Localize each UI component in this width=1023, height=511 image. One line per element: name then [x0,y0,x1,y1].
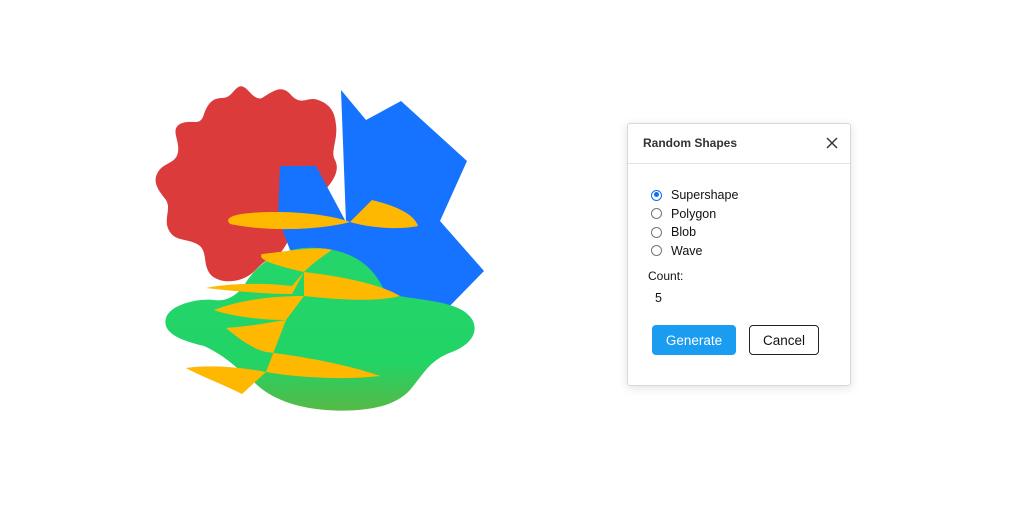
close-icon[interactable] [824,135,840,151]
generate-button[interactable]: Generate [652,325,736,355]
option-blob[interactable]: Blob [651,223,738,242]
wave-radio[interactable] [651,245,662,257]
cancel-button[interactable]: Cancel [749,325,819,355]
app-stage: Random Shapes Supershape Polygon Blob Wa… [0,0,1023,511]
option-label: Polygon [671,206,717,221]
random-shapes-dialog: Random Shapes Supershape Polygon Blob Wa… [627,123,851,386]
option-label: Supershape [671,188,739,203]
option-wave[interactable]: Wave [651,242,738,261]
option-label: Wave [671,243,703,258]
supershape-radio[interactable] [651,189,662,201]
option-label: Blob [671,225,697,240]
option-polygon[interactable]: Polygon [651,205,738,224]
polygon-radio[interactable] [651,208,662,220]
dialog-title: Random Shapes [643,136,738,150]
count-label: Count: [648,269,684,283]
dialog-header: Random Shapes [628,124,850,164]
shape-type-options: Supershape Polygon Blob Wave [651,186,738,260]
option-supershape[interactable]: Supershape [651,186,738,205]
count-input[interactable] [648,288,715,308]
shapes-canvas [155,86,484,411]
blob-radio[interactable] [651,226,662,238]
